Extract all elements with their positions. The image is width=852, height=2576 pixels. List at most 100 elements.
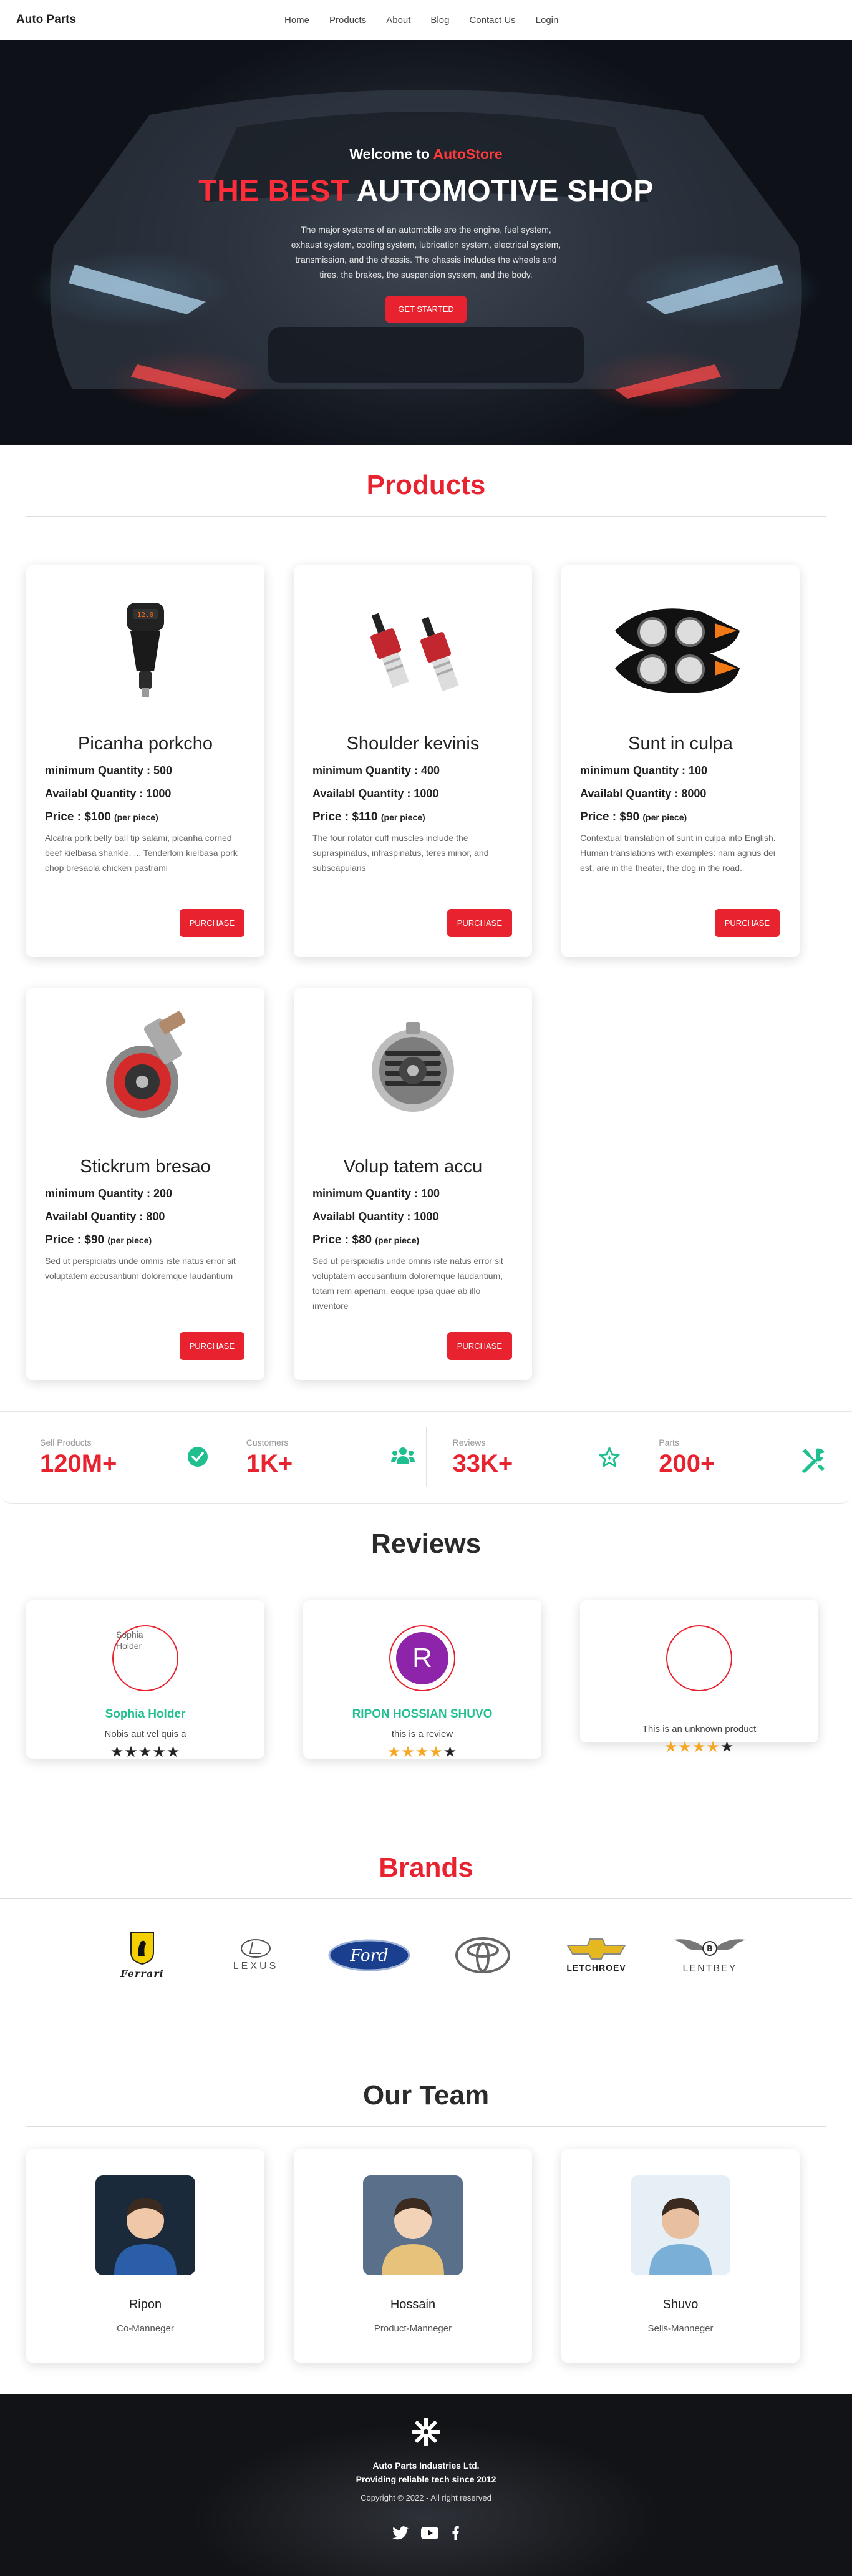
available-quantity-label: Availabl Quantity : <box>312 1210 414 1223</box>
star-icon: ★ <box>152 1744 167 1761</box>
stat-item: Sell Products 120M+ <box>14 1427 220 1487</box>
twitter-icon[interactable] <box>392 2526 409 2540</box>
price-label: Price : <box>312 810 352 824</box>
review-card: Sophia Holder Sophia Holder Nobis aut ve… <box>26 1600 264 1761</box>
review-text: This is an unknown product <box>642 1724 757 1734</box>
nav-link-login[interactable]: Login <box>536 15 559 26</box>
available-quantity-label: Availabl Quantity : <box>45 787 147 800</box>
products-title: Products <box>366 470 486 500</box>
available-quantity-value: 8000 <box>681 787 707 800</box>
brand-logo-text[interactable]: Auto Parts <box>16 13 76 27</box>
stat-item: Reviews 33K+ <box>425 1427 632 1487</box>
chevrolet-logo[interactable]: LETCHROEV <box>548 1924 645 1986</box>
nav-link-blog[interactable]: Blog <box>430 15 449 26</box>
product-min-quantity: minimum Quantity : 100 <box>580 764 781 777</box>
product-min-quantity: minimum Quantity : 400 <box>312 764 513 777</box>
min-quantity-label: minimum Quantity : <box>312 764 422 777</box>
purchase-button[interactable]: PURCHASE <box>447 909 512 937</box>
ford-logo-text: Ford <box>349 1947 388 1965</box>
ferrari-logo-text: Ferrari <box>120 1967 164 1980</box>
team-section: Our Team Ripon Co-Manneger Hossain Produ… <box>0 1986 852 2363</box>
headlights-icon <box>580 584 781 709</box>
team-member-role: Product-Manneger <box>374 2323 452 2334</box>
available-quantity-label: Availabl Quantity : <box>580 787 682 800</box>
star-icon: ★ <box>166 1744 181 1761</box>
hero-title-rest: AUTOMOTIVE SHOP <box>349 175 654 208</box>
hero-description: The major systems of an automobile are t… <box>291 225 561 279</box>
get-started-button[interactable]: GET STARTED <box>385 296 467 323</box>
rating-stars: ★★★★★ <box>26 1743 264 1761</box>
purchase-button[interactable]: PURCHASE <box>179 909 244 937</box>
available-quantity-value: 800 <box>146 1210 165 1223</box>
bentley-wings-icon: B <box>674 1939 746 1956</box>
available-quantity-value: 1000 <box>414 1210 439 1223</box>
review-card: R RIPON HOSSIAN SHUVO this is a review ★… <box>303 1600 541 1761</box>
product-price: Price : $80 (per piece) <box>312 1233 513 1247</box>
team-member-role: Co-Manneger <box>117 2323 174 2334</box>
welcome-text: Welcome to <box>349 146 433 162</box>
lexus-logo[interactable]: LEXUS <box>207 1924 304 1986</box>
product-price: Price : $90 (per piece) <box>580 810 781 824</box>
price-unit: (per piece) <box>114 812 158 822</box>
nav-link-about[interactable]: About <box>386 15 410 26</box>
product-name: Picanha porkcho <box>77 734 213 754</box>
min-quantity-label: minimum Quantity : <box>312 1187 422 1200</box>
product-description: Contextual translation of sunt in culpa … <box>580 833 776 873</box>
min-quantity-label: minimum Quantity : <box>45 1187 154 1200</box>
price-value: $80 <box>352 1233 372 1247</box>
toyota-logo[interactable] <box>434 1924 531 1986</box>
product-card: Sunt in culpa minimum Quantity : 100 Ava… <box>561 565 800 957</box>
review-text: Nobis aut vel quis a <box>104 1729 186 1739</box>
purchase-button[interactable]: PURCHASE <box>714 909 780 937</box>
nav-link-products[interactable]: Products <box>329 15 366 26</box>
ferrari-logo[interactable]: Ferrari <box>94 1924 191 1986</box>
ford-oval-icon: Ford <box>328 1939 410 1971</box>
price-label: Price : <box>45 1233 85 1247</box>
available-quantity-value: 1000 <box>146 787 172 800</box>
product-description: Alcatra pork belly ball tip salami, pica… <box>45 833 238 873</box>
min-quantity-value: 100 <box>689 764 708 777</box>
product-description: The four rotator cuff muscles include th… <box>312 833 489 873</box>
star-icon: ★ <box>706 1739 720 1756</box>
star-icon: ★ <box>110 1744 125 1761</box>
ferrari-shield-icon <box>130 1932 154 1965</box>
product-available-quantity: Availabl Quantity : 1000 <box>312 1210 513 1223</box>
avatar-alt-text: Sophia Holder <box>116 1630 143 1651</box>
team-grid: Ripon Co-Manneger Hossain Product-Manneg… <box>0 2149 852 2363</box>
products-divider <box>26 516 826 517</box>
reviewer-name: Sophia Holder <box>105 1708 186 1721</box>
toyota-emblem-icon <box>455 1937 510 1973</box>
svg-text:12.0: 12.0 <box>137 611 154 619</box>
footer-social <box>0 2526 852 2540</box>
star-outline-icon <box>598 1446 621 1472</box>
available-quantity-label: Availabl Quantity : <box>312 787 414 800</box>
price-label: Price : <box>312 1233 352 1247</box>
car-charger-icon: 12.0 <box>45 584 246 709</box>
product-card: 12.0 Picanha porkcho minimum Quantity : … <box>26 565 264 957</box>
team-divider <box>26 2126 826 2127</box>
avatar <box>666 1625 732 1691</box>
min-quantity-value: 400 <box>421 764 440 777</box>
footer-copyright: Copyright © 2022 - All right reserved <box>361 2493 491 2502</box>
star-icon: ★ <box>124 1744 138 1761</box>
product-min-quantity: minimum Quantity : 200 <box>45 1187 246 1200</box>
purchase-button[interactable]: PURCHASE <box>447 1332 512 1360</box>
purchase-button[interactable]: PURCHASE <box>179 1332 244 1360</box>
price-unit: (per piece) <box>380 812 425 822</box>
star-icon: ★ <box>678 1739 692 1756</box>
ford-logo[interactable]: Ford <box>321 1924 418 1986</box>
price-unit: (per piece) <box>107 1235 152 1245</box>
products-section: Products 12.0 Picanha porkcho minimum Qu… <box>0 445 852 1380</box>
min-quantity-value: 200 <box>153 1187 173 1200</box>
youtube-icon[interactable] <box>421 2526 438 2540</box>
star-icon: ★ <box>443 1744 458 1761</box>
product-price: Price : $90 (per piece) <box>45 1233 246 1247</box>
bentley-logo[interactable]: B LENTBEY <box>661 1924 758 1986</box>
nav-link-home[interactable]: Home <box>284 15 309 26</box>
tools-icon <box>800 1446 827 1477</box>
min-quantity-label: minimum Quantity : <box>45 764 154 777</box>
reviews-section: Reviews Sophia Holder Sophia Holder Nobi… <box>0 1504 852 1761</box>
star-icon: ★ <box>138 1744 153 1761</box>
facebook-icon[interactable] <box>451 2526 460 2540</box>
nav-link-contact[interactable]: Contact Us <box>469 15 515 26</box>
